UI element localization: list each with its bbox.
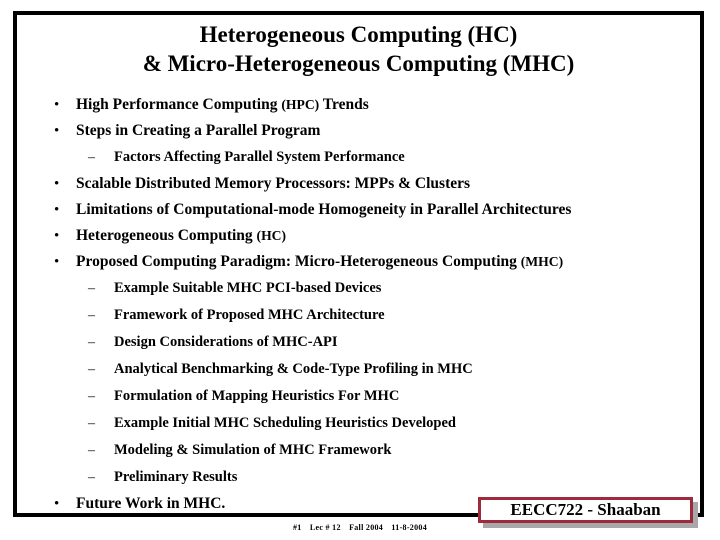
outline-sub-bullet: – Example Initial MHC Scheduling Heuristi… [26, 410, 698, 437]
outline-sub-bullet: – Analytical Benchmarking & Code-Type Pro… [26, 356, 698, 383]
outline-item-abbreviation: (MHC) [520, 254, 564, 269]
outline-bullet: • Steps in Creating a Parallel Program [26, 118, 698, 144]
outline-bullet: • Scalable Distributed Memory Processors:… [26, 171, 698, 197]
outline-item-label: Heterogeneous Computing (HC) [76, 223, 286, 249]
dash-marker-icon: – [88, 416, 95, 431]
bullet-marker-icon: • [54, 176, 60, 192]
outline-bullet: • Heterogeneous Computing (HC) [26, 223, 698, 249]
slide-footer: #1 Lec # 12 Fall 2004 11-8-2004 [0, 523, 720, 532]
outline-item-label: Analytical Benchmarking & Code-Type Prof… [114, 356, 473, 382]
outline-item-label: Steps in Creating a Parallel Program [76, 118, 320, 144]
dash-marker-icon: – [88, 335, 95, 350]
outline-sub-bullet: – Example Suitable MHC PCI-based Devices [26, 275, 698, 302]
outline-item-tail-text: Trends [319, 96, 369, 113]
outline-item-label: Future Work in MHC. [76, 491, 225, 517]
outline-item-label: Formulation of Mapping Heuristics For MH… [114, 383, 399, 409]
outline-item-label: Limitations of Computational-mode Homoge… [76, 197, 571, 223]
footer-slide-number: #1 [292, 523, 302, 532]
outline-item-label: Design Considerations of MHC-API [114, 329, 338, 355]
outline-list: • High Performance Computing (HPC) Trends… [26, 92, 698, 517]
outline-item-label: Proposed Computing Paradigm: Micro-Heter… [76, 249, 563, 275]
outline-item-tail-text: . [221, 495, 226, 512]
outline-item-label: High Performance Computing (HPC) Trends [76, 92, 369, 118]
outline-sub-bullet: – Factors Affecting Parallel System Perfo… [26, 144, 698, 171]
outline-item-abbreviation: (HPC) [281, 97, 320, 112]
outline-item-label: Example Initial MHC Scheduling Heuristic… [114, 410, 456, 436]
footer-term: Fall 2004 [349, 523, 384, 532]
outline-item-main-text: Example Initial MHC Scheduling Heuristic… [114, 415, 456, 431]
bullet-marker-icon: • [54, 97, 60, 113]
outline-item-abbreviation: (HC) [256, 228, 287, 243]
title-line-2: & Micro-Heterogeneous Computing (MHC) [142, 51, 575, 76]
outline-item-main-text: Limitations of Computational-mode Homoge… [76, 201, 572, 218]
outline-item-main-text: Future Work in MHC [76, 495, 222, 512]
outline-sub-bullet: – Framework of Proposed MHC Architecture [26, 302, 698, 329]
outline-bullet: • Limitations of Computational-mode Homog… [26, 197, 698, 223]
course-badge-label: EECC722 - Shaaban [510, 500, 661, 519]
slide-canvas: Heterogeneous Computing (HC) & Micro-Het… [0, 0, 720, 540]
outline-sub-bullet: – Modeling & Simulation of MHC Framework [26, 437, 698, 464]
outline-item-main-text: Framework of Proposed MHC Architecture [114, 307, 385, 323]
outline-item-main-text: Formulation of Mapping Heuristics For MH… [114, 388, 400, 404]
outline-item-main-text: Factors Affecting Parallel System Perfor… [114, 149, 405, 165]
outline-bullet: • High Performance Computing (HPC) Trends [26, 92, 698, 118]
outline-sub-bullet: – Design Considerations of MHC-API [26, 329, 698, 356]
outline-item-main-text: Analytical Benchmarking & Code-Type Prof… [114, 361, 473, 377]
dash-marker-icon: – [88, 308, 95, 323]
outline-item-main-text: Proposed Computing Paradigm: Micro-Heter… [76, 253, 521, 270]
bullet-marker-icon: • [54, 228, 60, 244]
outline-item-main-text: Scalable Distributed Memory Processors: … [76, 175, 471, 192]
bullet-marker-icon: • [54, 123, 60, 139]
slide-title: Heterogeneous Computing (HC) & Micro-Het… [26, 20, 691, 78]
outline-item-label: Preliminary Results [114, 464, 237, 490]
dash-marker-icon: – [88, 150, 95, 165]
outline-item-main-text: Example Suitable MHC PCI-based Devices [114, 280, 382, 296]
dash-marker-icon: – [88, 281, 95, 296]
outline-item-label: Scalable Distributed Memory Processors: … [76, 171, 470, 197]
bullet-marker-icon: • [54, 254, 60, 270]
outline-item-main-text: Modeling & Simulation of MHC Framework [114, 442, 392, 458]
outline-sub-bullet: – Preliminary Results [26, 464, 698, 491]
outline-item-label: Example Suitable MHC PCI-based Devices [114, 275, 381, 301]
title-line-1: Heterogeneous Computing (HC) [199, 22, 518, 47]
outline-item-main-text: High Performance Computing [76, 96, 282, 113]
outline-item-label: Modeling & Simulation of MHC Framework [114, 437, 392, 463]
outline-bullet: • Proposed Computing Paradigm: Micro-Hete… [26, 249, 698, 275]
course-badge: EECC722 - Shaaban [478, 497, 693, 523]
outline-sub-bullet: – Formulation of Mapping Heuristics For M… [26, 383, 698, 410]
outline-item-main-text: Steps in Creating a Parallel Program [76, 122, 321, 139]
dash-marker-icon: – [88, 362, 95, 377]
outline-item-main-text: Design Considerations of MHC-API [114, 334, 338, 350]
bullet-marker-icon: • [54, 202, 60, 218]
outline-item-label: Framework of Proposed MHC Architecture [114, 302, 385, 328]
footer-lecture: Lec # 12 [309, 523, 341, 532]
outline-item-main-text: Heterogeneous Computing [76, 227, 257, 244]
outline-item-label: Factors Affecting Parallel System Perfor… [114, 144, 405, 170]
dash-marker-icon: – [88, 443, 95, 458]
footer-date: 11-8-2004 [391, 523, 428, 532]
dash-marker-icon: – [88, 470, 95, 485]
bullet-marker-icon: • [54, 496, 60, 512]
dash-marker-icon: – [88, 389, 95, 404]
outline-item-main-text: Preliminary Results [114, 469, 238, 485]
